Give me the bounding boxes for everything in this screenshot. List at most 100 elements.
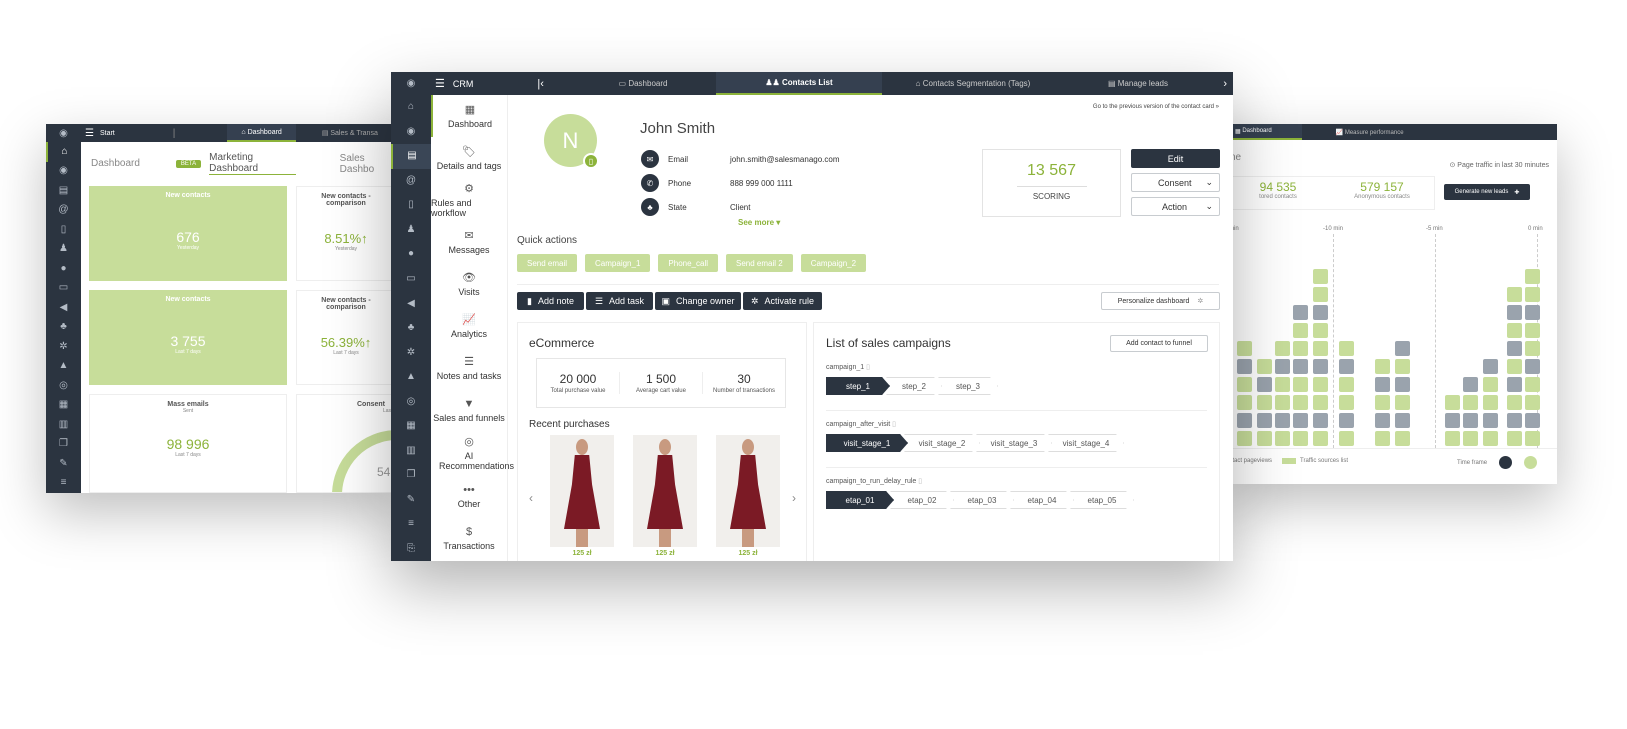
next-tab-icon[interactable]: › (1223, 78, 1227, 90)
step[interactable]: step_2 (886, 377, 942, 395)
crm-label[interactable]: CRM (453, 79, 474, 89)
change-owner-button[interactable]: ▣ Change owner (655, 292, 741, 310)
tab-sales[interactable]: ▤ Sales & Transa (322, 129, 378, 137)
step[interactable]: visit_stage_3 (976, 434, 1052, 452)
quick-send-email-2[interactable]: Send email 2 (726, 254, 793, 272)
copy-icon[interactable]: ❐ (391, 463, 431, 488)
side-visits[interactable]: 👁 Visits (431, 263, 507, 305)
tab-measure[interactable]: 📈 Measure performance (1336, 129, 1404, 136)
personalize-dashboard-button[interactable]: Personalize dashboard ✲ (1101, 292, 1220, 310)
copy-icon[interactable]: ❐ (46, 435, 81, 455)
side-transactions[interactable]: $ Transactions (431, 517, 507, 559)
collapse-icon[interactable]: |‹ (537, 78, 544, 90)
step[interactable]: step_3 (938, 377, 998, 395)
mobile-icon[interactable]: ▯ (391, 193, 431, 218)
side-analytics[interactable]: 📈 Analytics (431, 305, 507, 347)
quick-phone-call[interactable]: Phone_call (658, 254, 718, 272)
side-messages[interactable]: ✉ Messages (431, 221, 507, 263)
generate-leads-button[interactable]: Generate new leads ✚ (1444, 184, 1530, 200)
activate-rule-button[interactable]: ✲ Activate rule (743, 292, 822, 310)
wrench-icon[interactable]: ✎ (46, 454, 81, 474)
start-label[interactable]: Start (100, 130, 115, 137)
side-ai-recommendations[interactable]: ◎ AI Recommendations (431, 431, 514, 475)
menu-icon[interactable]: ☰ (85, 128, 94, 139)
tab-sales-dashboard[interactable]: Sales Dashbo (340, 153, 396, 175)
chat-icon[interactable]: ● (391, 242, 431, 267)
group-icon[interactable]: ♣ (391, 316, 431, 341)
next-product-icon[interactable]: › (792, 491, 796, 505)
at-icon[interactable]: @ (391, 169, 431, 194)
side-sales-funnels[interactable]: ▼ Sales and funnels (431, 389, 507, 431)
wrench-icon[interactable]: ✎ (391, 488, 431, 513)
sliders-icon[interactable]: ≡ (391, 512, 431, 537)
calendar-icon[interactable]: ▦ (391, 414, 431, 439)
tab-dashboard[interactable]: ▭ Dashboard (573, 72, 713, 95)
side-other[interactable]: ••• Other (431, 475, 507, 517)
megaphone-icon[interactable]: ◀ (391, 291, 431, 316)
eye-icon[interactable]: ◉ (46, 162, 81, 182)
product-card[interactable]: 125 zł (550, 435, 614, 557)
step[interactable]: etap_04 (1010, 491, 1074, 509)
card-icon[interactable]: ▤ (46, 181, 81, 201)
tab-dashboard[interactable]: ⌂ Dashboard (227, 124, 296, 142)
database-icon[interactable]: ▥ (391, 438, 431, 463)
step[interactable]: etap_03 (950, 491, 1014, 509)
step[interactable]: visit_stage_1 (826, 434, 908, 452)
add-note-button[interactable]: ▮ Add note (517, 292, 584, 310)
add-to-funnel-button[interactable]: Add contact to funnel (1110, 335, 1208, 352)
add-task-button[interactable]: ☰ Add task (586, 292, 653, 310)
cogs-icon[interactable]: ✲ (391, 340, 431, 365)
quick-send-email[interactable]: Send email (517, 254, 578, 272)
email-value[interactable]: john.smith@salesmanago.com (730, 155, 840, 164)
timeframe-light-icon[interactable] (1524, 456, 1538, 469)
mobile-icon[interactable]: ▯ (46, 220, 81, 240)
product-card[interactable]: 125 zł (716, 435, 780, 557)
menu-icon[interactable]: ☰ (435, 77, 445, 90)
tab-manage-leads[interactable]: ▤ Manage leads (1063, 72, 1213, 95)
step[interactable]: etap_05 (1070, 491, 1134, 509)
eye-icon[interactable]: ◉ (391, 120, 431, 145)
product-card[interactable]: 125 zł (633, 435, 697, 557)
see-more-link[interactable]: See more ▾ (738, 218, 780, 227)
group-icon[interactable]: ♣ (46, 318, 81, 338)
chart-icon[interactable]: ▲ (391, 365, 431, 390)
globe-icon[interactable]: ◎ (46, 376, 81, 396)
side-dashboard[interactable]: ▦ Dashboard (431, 95, 507, 137)
step[interactable]: visit_stage_4 (1048, 434, 1124, 452)
globe-icon[interactable]: ◎ (391, 389, 431, 414)
laptop-icon[interactable]: ▭ (391, 267, 431, 292)
contact-card-icon[interactable]: ▤ (391, 144, 431, 169)
tab-segmentation[interactable]: ⌂ Contacts Segmentation (Tags) (883, 72, 1063, 95)
home-icon[interactable]: ⌂ (391, 95, 431, 120)
side-rules-workflow[interactable]: ⚙ Rules and workflow (431, 179, 507, 221)
megaphone-icon[interactable]: ◀ (46, 298, 81, 318)
timeframe-dark-icon[interactable] (1499, 456, 1513, 469)
user-circle-icon[interactable]: ◉ (391, 78, 431, 89)
user-icon[interactable]: ◉ (46, 128, 81, 139)
action-dropdown[interactable]: Action ⌄ (1131, 197, 1220, 216)
sliders-icon[interactable]: ≡ (46, 474, 81, 494)
prev-product-icon[interactable]: ‹ (529, 491, 533, 505)
step[interactable]: etap_02 (890, 491, 954, 509)
database-icon[interactable]: ▥ (46, 415, 81, 435)
step[interactable]: visit_stage_2 (904, 434, 980, 452)
docs-icon[interactable]: ⎘ (391, 537, 431, 561)
time-frame[interactable]: Time frame (1457, 456, 1538, 469)
quick-campaign-1[interactable]: Campaign_1 (585, 254, 651, 272)
chart-icon[interactable]: ▲ (46, 357, 81, 377)
step[interactable]: step_1 (826, 377, 890, 395)
consent-dropdown[interactable]: Consent ⌄ (1131, 173, 1220, 192)
tab-dashboard-right[interactable]: ▦ Dashboard (1231, 124, 1302, 140)
step[interactable]: etap_01 (826, 491, 894, 509)
home-icon[interactable]: ⌂ (46, 142, 81, 162)
tab-dashboard-link[interactable]: Dashboard (91, 158, 140, 169)
tab-contacts-list[interactable]: ♟♟ Contacts List (716, 72, 882, 95)
edit-button[interactable]: Edit (1131, 149, 1220, 168)
user-plus-icon[interactable]: ♟ (391, 218, 431, 243)
calendar-icon[interactable]: ▦ (46, 396, 81, 416)
user-plus-icon[interactable]: ♟ (46, 240, 81, 260)
at-icon[interactable]: @ (46, 201, 81, 221)
side-notes-tasks[interactable]: ☰ Notes and tasks (431, 347, 507, 389)
tab-marketing[interactable]: Marketing Dashboard (209, 152, 296, 175)
cogs-icon[interactable]: ✲ (46, 337, 81, 357)
